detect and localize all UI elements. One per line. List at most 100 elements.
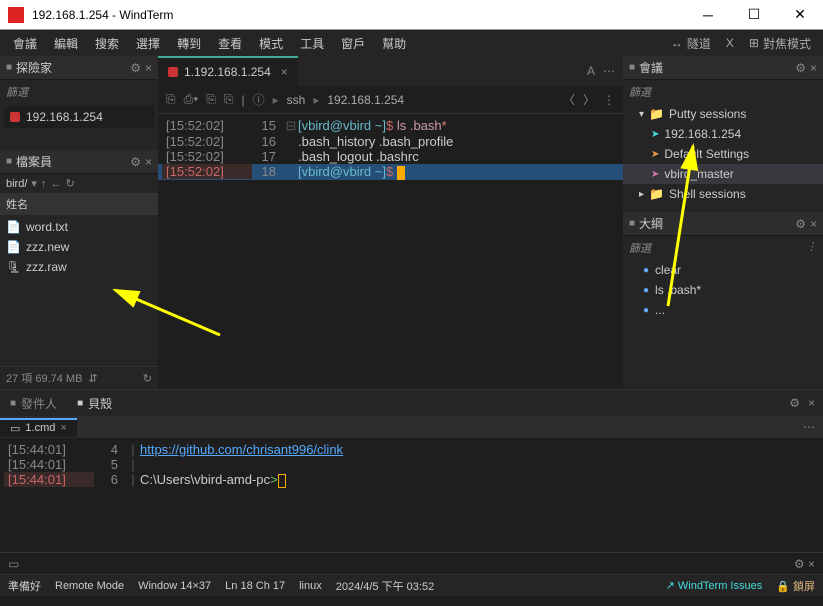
tab-setting[interactable]: A: [587, 64, 595, 78]
close-tab-icon[interactable]: ×: [60, 422, 66, 434]
folder-icon: 📁: [649, 107, 664, 121]
dup2-icon[interactable]: ⎘: [224, 92, 234, 107]
status-os[interactable]: linux: [299, 580, 322, 592]
session-folder[interactable]: ▸📁Shell sessions: [623, 184, 823, 204]
refresh-icon[interactable]: ↻: [65, 177, 74, 190]
name-column[interactable]: 姓名: [0, 193, 158, 215]
menu-選擇[interactable]: 選擇: [129, 32, 167, 55]
outline-header: ■ 大綱 ⚙ ×: [623, 212, 823, 236]
explorer-header: ■ 探險家 ⚙ ×: [0, 56, 158, 80]
paste-icon[interactable]: ⎙▾: [184, 92, 199, 107]
folder-icon: 📁: [649, 187, 664, 201]
more-icon[interactable]: ⋯: [803, 420, 823, 434]
bottom-tab[interactable]: ■發件人: [0, 391, 67, 416]
more-icon[interactable]: ⋮: [806, 240, 817, 256]
more-icon[interactable]: ⋮: [603, 93, 615, 107]
nav-next-icon[interactable]: 〉: [583, 91, 595, 108]
outline-filter[interactable]: 篩選: [629, 240, 651, 256]
outline-item[interactable]: ●clear: [623, 260, 823, 280]
path-input[interactable]: bird/: [6, 178, 27, 190]
focus-mode-menu[interactable]: ⊞ 對焦模式: [743, 32, 817, 55]
chevron-icon: ▸: [639, 189, 644, 200]
copy-icon[interactable]: ⎘: [166, 92, 176, 107]
close-icon[interactable]: ×: [808, 396, 815, 410]
status-ready: 準備好: [8, 578, 41, 594]
tab-ssh-session[interactable]: 1.192.168.1.254 ×: [158, 56, 298, 86]
close-icon[interactable]: ×: [145, 61, 152, 75]
bullet-icon: ●: [643, 285, 649, 296]
menu-幫助[interactable]: 幫助: [375, 32, 413, 55]
close-icon[interactable]: ×: [810, 61, 817, 75]
menu-轉到[interactable]: 轉到: [170, 32, 208, 55]
menu-會議[interactable]: 會議: [6, 32, 44, 55]
menu-搜索[interactable]: 搜索: [88, 32, 126, 55]
tunnel-menu[interactable]: ↔ 隧道: [665, 32, 717, 55]
gear-icon[interactable]: ⚙: [789, 396, 800, 410]
close-button[interactable]: ✕: [777, 0, 823, 29]
back-icon[interactable]: ←: [50, 178, 61, 190]
breadcrumb-host[interactable]: 192.168.1.254: [327, 93, 404, 107]
nav-prev-icon[interactable]: 〈: [563, 91, 575, 108]
lock-button[interactable]: 🔒 鎖屏: [776, 578, 815, 594]
close-icon[interactable]: ×: [808, 557, 815, 571]
minimize-button[interactable]: ─: [685, 0, 731, 29]
session-arrow-icon: ➤: [651, 169, 659, 180]
session-arrow-icon: ➤: [651, 129, 659, 140]
tab-cmd[interactable]: ▭ 1.cmd ×: [0, 418, 77, 437]
close-icon[interactable]: ×: [810, 217, 817, 231]
window-title: 192.168.1.254 - WindTerm: [32, 8, 685, 22]
transfer-icon[interactable]: ⇵: [88, 372, 97, 385]
session-item[interactable]: ➤Default Settings: [623, 144, 823, 164]
menu-查看[interactable]: 查看: [211, 32, 249, 55]
file-item[interactable]: 🗜zzz.raw: [0, 257, 158, 277]
gear-icon[interactable]: ⚙: [795, 61, 806, 75]
outline-item[interactable]: ●...: [623, 300, 823, 320]
bottom-tab[interactable]: ■貝殼: [67, 391, 122, 416]
terminal-bottom[interactable]: [15:44:01]4|https://github.com/chrisant9…: [0, 438, 823, 552]
panel-icon[interactable]: ▭: [8, 557, 19, 571]
x-menu[interactable]: X: [720, 33, 740, 53]
file-icon: 🗜: [6, 260, 20, 274]
outline-item[interactable]: ●ls .bash*: [623, 280, 823, 300]
session-folder[interactable]: ▾📁Putty sessions: [623, 104, 823, 124]
status-time: 2024/4/5 下午 03:52: [336, 578, 434, 594]
file-item[interactable]: 📄word.txt: [0, 217, 158, 237]
bullet-icon: ●: [643, 265, 649, 276]
gear-icon[interactable]: ⚙: [130, 155, 141, 169]
terminal-main[interactable]: [15:52:02]15⊟[vbird@vbird ~]$ ls .bash*[…: [158, 114, 623, 389]
file-icon: 📄: [6, 240, 20, 254]
file-item[interactable]: 📄zzz.new: [0, 237, 158, 257]
status-position[interactable]: Ln 18 Ch 17: [225, 580, 285, 592]
up-icon[interactable]: ↑: [41, 178, 47, 190]
app-logo: [8, 7, 24, 23]
status-remote[interactable]: Remote Mode: [55, 580, 124, 592]
issues-link[interactable]: ↗ WindTerm Issues: [666, 579, 763, 592]
menu-模式[interactable]: 模式: [252, 32, 290, 55]
gear-icon[interactable]: ⚙: [794, 557, 805, 571]
sessions-filter[interactable]: 篩選: [623, 80, 823, 104]
close-icon[interactable]: ×: [145, 155, 152, 169]
close-tab-icon[interactable]: ×: [281, 65, 288, 79]
file-status: 27 項 69.74 MB: [6, 370, 82, 386]
connection-item[interactable]: 192.168.1.254: [4, 106, 154, 128]
dup-icon[interactable]: ⎘: [206, 92, 216, 107]
session-arrow-icon: ➤: [651, 149, 659, 160]
menu-窗戶[interactable]: 窗戶: [334, 32, 372, 55]
gear-icon[interactable]: ⚙: [130, 61, 141, 75]
connection-icon: [10, 112, 20, 122]
maximize-button[interactable]: ☐: [731, 0, 777, 29]
file-icon: 📄: [6, 220, 20, 234]
session-item[interactable]: ➤192.168.1.254: [623, 124, 823, 144]
explorer-filter[interactable]: 篩選: [0, 80, 158, 104]
menu-工具[interactable]: 工具: [293, 32, 331, 55]
bullet-icon: ●: [643, 305, 649, 316]
more-icon[interactable]: ⋯: [603, 64, 615, 78]
info-icon[interactable]: ⓘ: [253, 91, 265, 108]
dropdown-icon[interactable]: ▾: [31, 177, 37, 190]
refresh-icon[interactable]: ↻: [143, 372, 152, 385]
menu-編輯[interactable]: 編輯: [47, 32, 85, 55]
breadcrumb-protocol[interactable]: ssh: [287, 93, 306, 107]
session-item[interactable]: ➤vbird_master: [623, 164, 823, 184]
gear-icon[interactable]: ⚙: [795, 217, 806, 231]
status-window[interactable]: Window 14×37: [138, 580, 211, 592]
